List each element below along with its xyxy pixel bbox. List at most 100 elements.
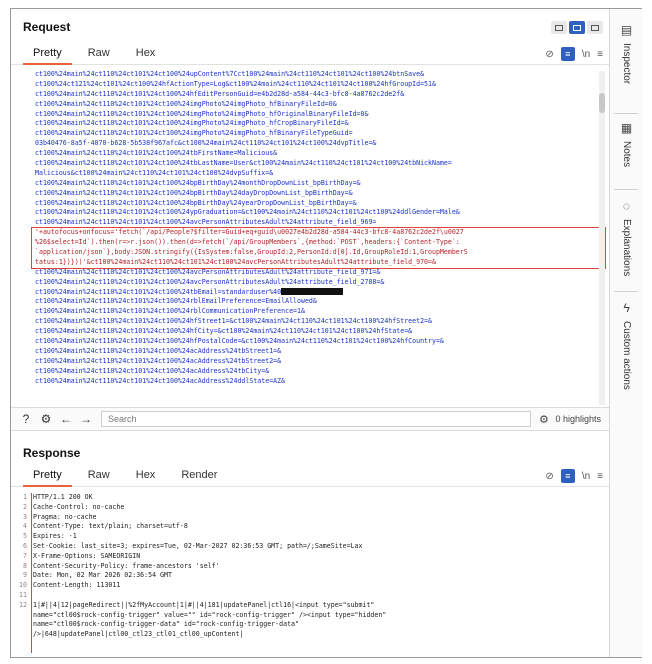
lightning-icon: ϟ (623, 301, 630, 315)
line-number: 1 (23, 493, 27, 501)
request-code-line: ct100%24main%24ct110%24ct101%24ct100%24t… (35, 149, 278, 158)
line-text: Content-Length: 113011 (33, 581, 121, 590)
response-tab-hex[interactable]: Hex (126, 469, 166, 486)
request-tool-icons: ⊘ ≡ \n ≡ (545, 47, 603, 61)
wrap-lines-icon[interactable]: ≡ (560, 469, 575, 483)
line-number: 12 (19, 600, 27, 609)
request-tab-pretty[interactable]: Pretty (23, 47, 72, 65)
request-code-line: ct100%24main%24ct110%24ct101%24ct100%24r… (35, 307, 305, 316)
response-tab-pretty[interactable]: Pretty (23, 469, 72, 487)
line-text: name="ctl00$rock-config-trigger-data" id… (33, 620, 299, 629)
line-text: Set-Cookie: last_site=3; expires=Tue, 02… (33, 541, 363, 550)
response-tab-render[interactable]: Render (171, 469, 227, 486)
request-code-line: ct100%24main%24ct110%24ct101%24ct100%24a… (35, 346, 282, 355)
request-code-line: ct100%24main%24ct110%24ct101%24ct100%24t… (11, 288, 609, 298)
sidebar-item-custom-actions[interactable]: ϟ Custom actions (610, 301, 643, 390)
line-number: 11 (19, 590, 27, 599)
line-number: 6 (23, 541, 27, 550)
inspector-icon: ▤ (620, 23, 633, 37)
layout-split-vertical-button[interactable] (569, 21, 585, 34)
request-code-line: ct100%24main%24ct110%24ct101%24ct100%24y… (35, 208, 460, 217)
response-code-line: 10 Content-Length: 113011 (11, 581, 609, 591)
request-tabs: Pretty Raw Hex ⊘ ≡ \n ≡ (11, 43, 609, 65)
response-code-line: 2 Cache-Control: no-cache (11, 503, 609, 513)
email-value: ct100%24main%24ct110%24ct101%24ct100%24t… (35, 287, 282, 296)
response-code-line: 8 Content-Security-Policy: frame-ancestor… (11, 562, 609, 572)
response-title: Response (23, 446, 81, 460)
wrap-lines-icon[interactable]: ≡ (560, 47, 575, 61)
search-input[interactable]: Search (101, 411, 531, 427)
search-options-icon[interactable]: ⚙ (539, 413, 549, 426)
line-number (11, 620, 33, 630)
request-scrollbar[interactable] (599, 71, 605, 405)
response-code-line: name="ctl00$rock-config-trigger-data" id… (11, 620, 609, 630)
back-arrow-icon[interactable]: ← (59, 412, 73, 426)
line-number: 7 (23, 551, 27, 560)
response-code-line: 4 Content-Type: text/plain; charset=utf-8 (11, 522, 609, 532)
request-code-line: ct100%24main%24ct110%24ct101%24ct100%24t… (35, 159, 452, 168)
layout-tabs-button[interactable] (587, 21, 603, 34)
line-number: 4 (23, 522, 27, 531)
sidebar-divider (614, 113, 638, 114)
line-number: 8 (23, 561, 27, 570)
response-code-line: 6 Set-Cookie: last_site=3; expires=Tue, 0… (11, 542, 609, 552)
request-code-line: ct100%24ct121%24ct101%24ct100%24hfAction… (35, 79, 436, 88)
request-code-line: 03b40476-8a5f-4070-b628-5b538f967afc&ct1… (35, 139, 377, 148)
response-code-line: />|648|updatePanel|ctl00_ctl23_ctl01_ctl… (11, 630, 609, 640)
sidebar-label: Inspector (621, 43, 632, 85)
request-code-line: ct100%24main%24ct110%24ct101%24ct100%24h… (35, 89, 405, 98)
line-number (11, 611, 33, 621)
response-tab-raw[interactable]: Raw (78, 469, 120, 486)
sidebar-divider (614, 189, 638, 190)
request-code-line: ct100%24main%24ct110%24ct101%24ct100%24i… (35, 119, 349, 128)
response-code-line: 5 Expires: -1 (11, 532, 609, 542)
sidebar-item-inspector[interactable]: ▤ Inspector (610, 23, 643, 84)
request-tab-raw[interactable]: Raw (78, 47, 120, 64)
menu-icon[interactable]: ≡ (597, 49, 603, 60)
help-icon[interactable]: ? (19, 412, 33, 426)
request-code-line: ct100%24main%24ct110%24ct101%24ct100%24r… (35, 297, 317, 306)
sidebar-label: Custom actions (621, 321, 632, 390)
request-scroll-thumb[interactable] (599, 93, 605, 113)
line-text: X-Frame-Options: SAMEORIGIN (33, 551, 141, 560)
line-text: Content-Type: text/plain; charset=utf-8 (33, 522, 188, 531)
line-text: Date: Mon, 02 Mar 2026 02:36:54 GMT (33, 571, 172, 580)
response-tool-icons: ⊘ ≡ \n ≡ (545, 469, 603, 483)
settings-icon[interactable]: ⚙ (39, 412, 53, 426)
request-code-line: ct100%24main%24ct110%24ct101%24ct100%24u… (35, 70, 425, 78)
notes-icon: ▦ (620, 121, 633, 135)
line-text: 1|#||4|12|pageRedirect||%2fMyAccount|1|#… (33, 600, 375, 609)
payload-highlight-box (31, 227, 606, 269)
sidebar-label: Explanations (621, 219, 632, 277)
request-code-line: ct100%24main%24ct110%24ct101%24ct100%24a… (35, 277, 385, 286)
request-code-line: ct100%24main%24ct110%24ct101%24ct100%24h… (35, 327, 413, 336)
request-code-line: ct100%24main%24ct110%24ct101%24ct100%24h… (35, 317, 432, 326)
request-editor[interactable]: ct100%24main%24ct110%24ct101%24ct100%24u… (11, 70, 609, 406)
request-code-line: ct100%24main%24ct110%24ct101%24ct100%24b… (35, 188, 353, 197)
response-editor[interactable]: 1 HTTP/1.1 200 OK 2 Cache-Control: no-cache… (11, 493, 609, 640)
response-code-line: 1 HTTP/1.1 200 OK (11, 493, 609, 503)
menu-icon[interactable]: ≡ (597, 471, 603, 482)
request-title: Request (23, 20, 71, 34)
hide-icon[interactable]: ⊘ (545, 471, 553, 482)
response-code-line: name="ctl00$rock-config-trigger" value="… (11, 611, 609, 621)
hide-icon[interactable]: ⊘ (545, 49, 553, 60)
newline-icon[interactable]: \n (582, 49, 590, 60)
forward-arrow-icon[interactable]: → (79, 412, 93, 426)
sidebar-item-explanations[interactable]: ◌ Explanations (610, 199, 643, 276)
request-tab-hex[interactable]: Hex (126, 47, 166, 64)
newline-icon[interactable]: \n (582, 471, 590, 482)
request-code-line: ct100%24main%24ct110%24ct101%24ct100%24a… (35, 267, 381, 276)
line-number: 10 (19, 581, 27, 590)
response-code-line: 7 X-Frame-Options: SAMEORIGIN (11, 552, 609, 562)
line-text: />|648|updatePanel|ctl00_ctl23_ctl01_ctl… (33, 630, 244, 639)
line-number (11, 630, 33, 640)
request-code-line: ct100%24main%24ct110%24ct101%24ct100%24b… (35, 198, 357, 207)
sidebar-item-notes[interactable]: ▦ Notes (610, 121, 643, 167)
main-panel: Request Pretty Raw Hex ⊘ ≡ \n ≡ ct100%24… (11, 9, 609, 657)
request-header: Request (11, 15, 609, 39)
request-code-line: ct100%24main%24ct110%24ct101%24ct100%24i… (35, 109, 369, 118)
request-search-bar: ? ⚙ ← → Search ⚙ 0 highlights (11, 407, 609, 431)
layout-split-horizontal-button[interactable] (551, 21, 567, 34)
request-code-line: ct100%24main%24ct110%24ct101%24ct100%24a… (35, 366, 270, 375)
